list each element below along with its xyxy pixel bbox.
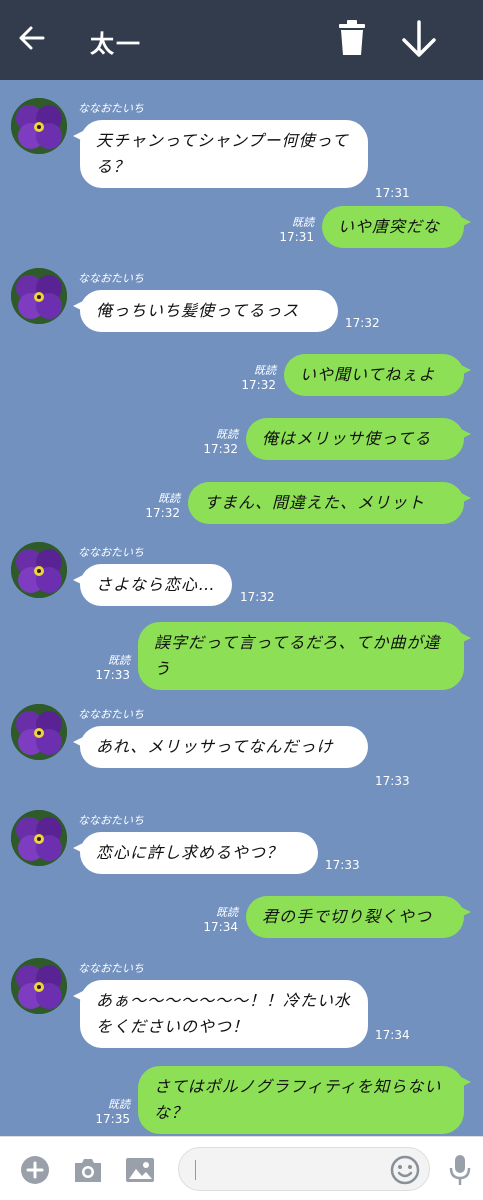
arrow-down-icon: [402, 20, 436, 57]
message-time: 17:32: [145, 506, 180, 520]
message-incoming: ななおたいち 恋心に許し求めるやつ？ 17:33: [0, 810, 483, 880]
sender-name: ななおたいち: [78, 272, 144, 285]
message-bubble[interactable]: いや聞いてねぇよ: [284, 354, 471, 396]
avatar[interactable]: [11, 268, 67, 324]
composer-bar: [0, 1136, 483, 1200]
message-outgoing: 既読 17:32 俺はメリッサ使ってる: [0, 416, 483, 464]
message-bubble[interactable]: いや唐突だな: [322, 206, 471, 248]
message-list[interactable]: ななおたいち 天チャンってシャンプー何使ってる？ 17:31 既読 17:31 …: [0, 80, 483, 1136]
message-bubble[interactable]: 俺はメリッサ使ってる: [246, 418, 471, 460]
add-button[interactable]: [20, 1155, 50, 1189]
arrow-left-icon: [19, 26, 45, 50]
message-time: 17:32: [240, 590, 275, 604]
read-receipt: 既読: [158, 492, 180, 505]
message-time: 17:32: [345, 316, 380, 330]
message-outgoing: 既読 17:31 いや唐突だな: [0, 204, 483, 250]
message-bubble[interactable]: 恋心に許し求めるやつ？: [73, 832, 318, 874]
camera-icon: [75, 1159, 101, 1182]
chat-title: 太一: [90, 29, 142, 58]
message-time: 17:34: [203, 920, 238, 934]
download-button[interactable]: [398, 18, 440, 60]
gallery-button[interactable]: [124, 1155, 156, 1189]
message-bubble[interactable]: さよなら恋心…: [73, 564, 232, 606]
message-time: 17:32: [241, 378, 276, 392]
avatar[interactable]: [11, 542, 67, 598]
message-meta: 既読 17:31: [274, 216, 314, 244]
image-icon: [126, 1158, 154, 1182]
text-caret: [195, 1160, 196, 1180]
delete-button[interactable]: [334, 18, 370, 58]
message-bubble[interactable]: あれ、メリッサってなんだっけ: [73, 726, 368, 768]
message-meta: 既読 17:32: [198, 428, 238, 456]
message-outgoing: 既読 17:32 いや聞いてねぇよ: [0, 352, 483, 400]
camera-button[interactable]: [72, 1155, 104, 1189]
message-outgoing: 既読 17:32 すまん、間違えた、メリット: [0, 480, 483, 528]
message-input[interactable]: [193, 1156, 383, 1184]
message-incoming: ななおたいち あれ、メリッサってなんだっけ 17:33: [0, 704, 483, 800]
message-bubble[interactable]: 誤字だって言ってるだろ、てか曲が違う: [138, 622, 471, 690]
smile-icon: [390, 1155, 420, 1185]
avatar[interactable]: [11, 810, 67, 866]
message-meta: 既読 17:34: [198, 906, 238, 934]
read-receipt: 既読: [108, 1098, 130, 1111]
sender-name: ななおたいち: [78, 546, 144, 559]
message-outgoing: 既読 17:34 君の手で切り裂くやつ: [0, 894, 483, 942]
message-bubble[interactable]: さてはポルノグラフィティを知らないな？: [138, 1066, 471, 1134]
message-meta: 既読 17:32: [236, 364, 276, 392]
message-outgoing: 既読 17:33 誤字だって言ってるだろ、てか曲が違う: [0, 620, 483, 692]
read-receipt: 既読: [292, 216, 314, 229]
message-bubble[interactable]: 天チャンってシャンプー何使ってる？: [73, 120, 368, 188]
avatar[interactable]: [11, 704, 67, 760]
mic-icon: [449, 1155, 471, 1185]
message-bubble[interactable]: あぁ〜〜〜〜〜〜〜！！冷たい水をくださいのやつ！: [73, 980, 368, 1048]
message-outgoing: 既読 17:35 さてはポルノグラフィティを知らないな？: [0, 1064, 483, 1136]
sender-name: ななおたいち: [78, 814, 144, 827]
emoji-button[interactable]: [389, 1154, 421, 1186]
read-receipt: 既読: [254, 364, 276, 377]
voice-button[interactable]: [448, 1153, 472, 1191]
back-button[interactable]: [14, 20, 50, 56]
message-time: 17:33: [95, 668, 130, 682]
message-time: 17:34: [375, 1028, 410, 1042]
sender-name: ななおたいち: [78, 708, 144, 721]
message-time: 17:33: [375, 774, 410, 788]
avatar[interactable]: [11, 958, 67, 1014]
message-meta: 既読 17:35: [90, 1098, 130, 1126]
message-incoming: ななおたいち さよなら恋心… 17:32: [0, 542, 483, 612]
message-bubble[interactable]: すまん、間違えた、メリット: [188, 482, 471, 524]
message-time: 17:31: [375, 186, 410, 200]
message-bubble[interactable]: 君の手で切り裂くやつ: [246, 896, 471, 938]
chat-header: 太一: [0, 0, 483, 80]
message-incoming: ななおたいち 俺っちいち髪使ってるっス 17:32: [0, 268, 483, 338]
read-receipt: 既読: [216, 428, 238, 441]
plus-icon: [21, 1156, 49, 1184]
message-bubble[interactable]: 俺っちいち髪使ってるっス: [73, 290, 338, 332]
read-receipt: 既読: [216, 906, 238, 919]
message-time: 17:35: [95, 1112, 130, 1126]
message-meta: 既読 17:33: [90, 654, 130, 682]
sender-name: ななおたいち: [78, 102, 144, 115]
message-time: 17:31: [279, 230, 314, 244]
message-incoming: ななおたいち 天チャンってシャンプー何使ってる？ 17:31: [0, 98, 483, 200]
trash-icon: [339, 20, 365, 55]
message-time: 17:33: [325, 858, 360, 872]
avatar[interactable]: [11, 98, 67, 154]
message-incoming: ななおたいち あぁ〜〜〜〜〜〜〜！！冷たい水をくださいのやつ！ 17:34: [0, 958, 483, 1054]
read-receipt: 既読: [108, 654, 130, 667]
message-time: 17:32: [203, 442, 238, 456]
sender-name: ななおたいち: [78, 962, 144, 975]
message-input-wrapper: [178, 1147, 430, 1191]
message-meta: 既読 17:32: [140, 492, 180, 520]
